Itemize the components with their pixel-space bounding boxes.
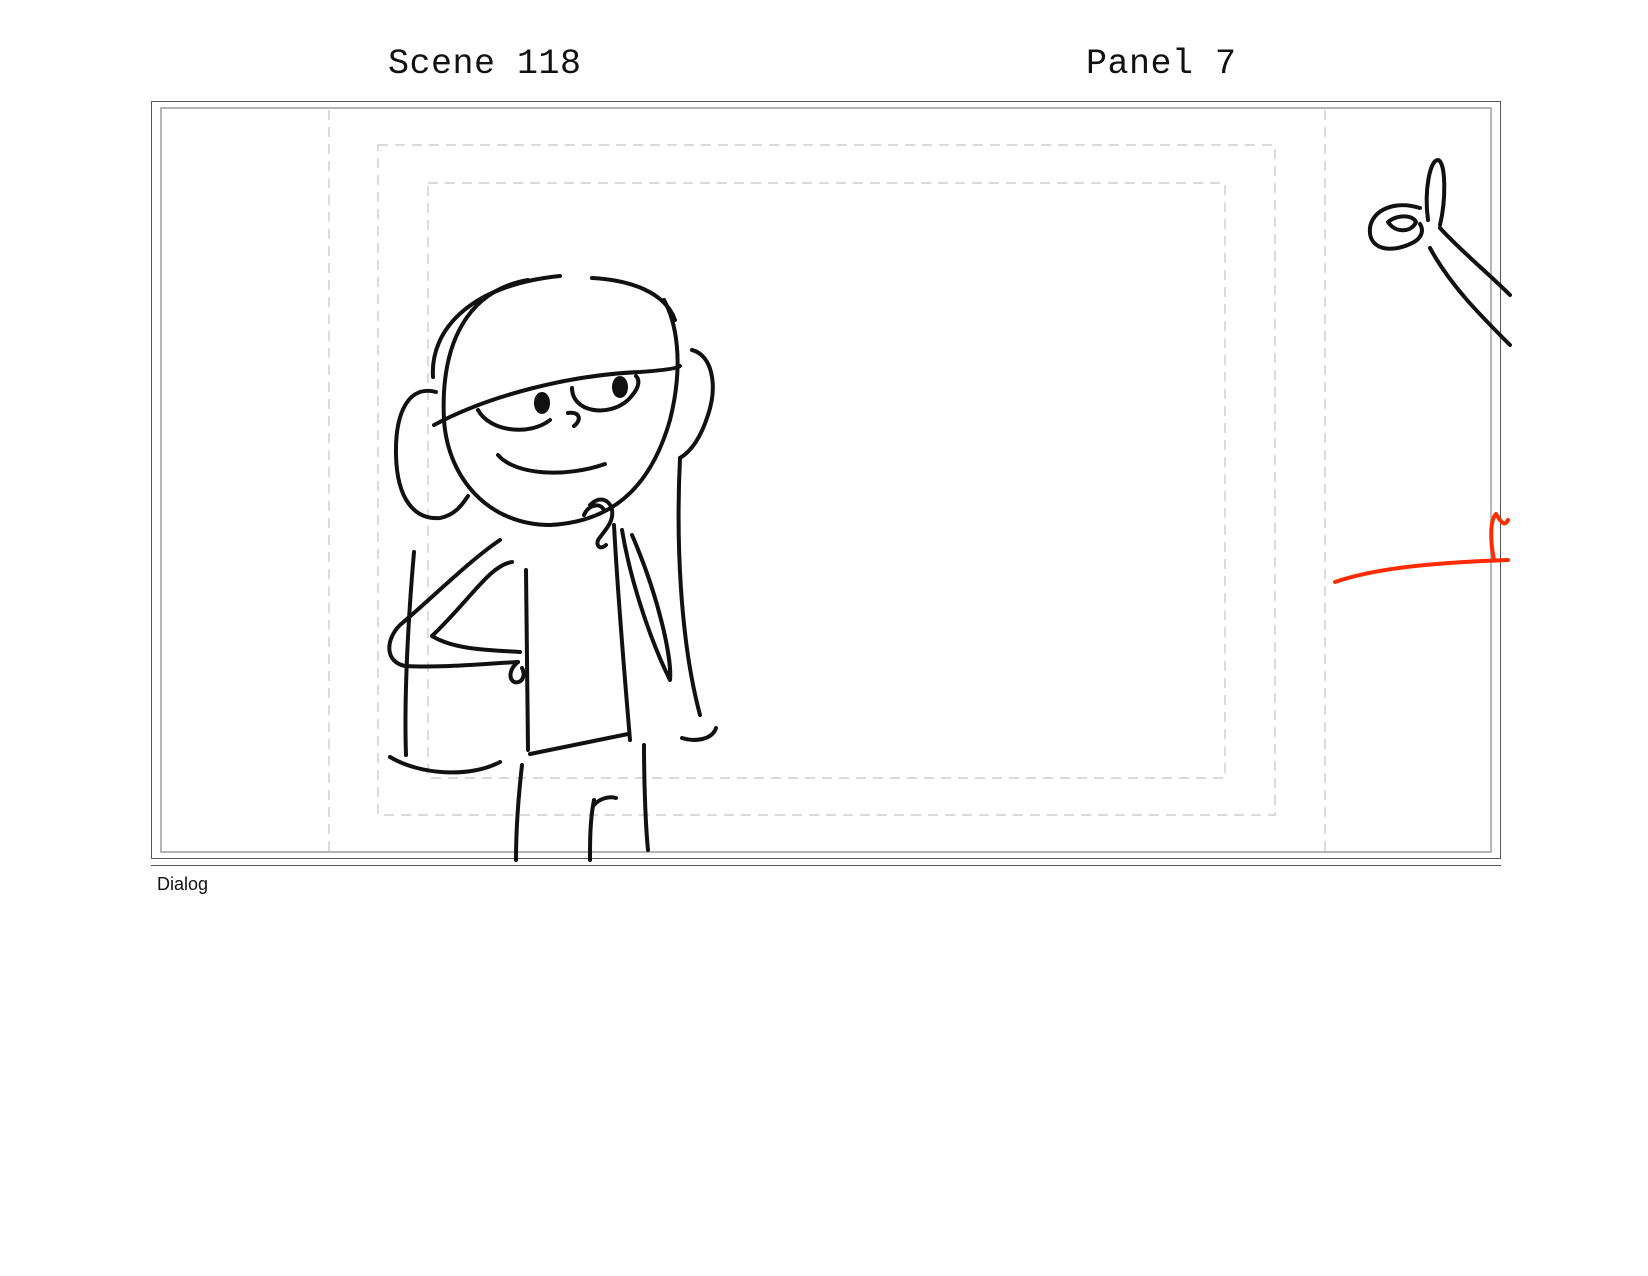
safe-area-guides — [328, 110, 1326, 851]
left-hair-bun — [393, 388, 470, 521]
forearm-lower — [1428, 246, 1512, 347]
hair-tip — [680, 726, 718, 742]
red-hook — [1489, 512, 1510, 562]
backpack-bottom — [388, 755, 502, 775]
right-long-hair — [676, 456, 702, 717]
bangs-line — [432, 364, 682, 427]
dress-fold — [642, 743, 650, 852]
curled-finger-inner — [1386, 214, 1418, 233]
pointing-hand-sketch — [1367, 158, 1512, 347]
nose — [566, 410, 581, 428]
right-hair-bun — [678, 348, 715, 460]
right-eye — [570, 374, 641, 413]
action-safe-guide — [377, 144, 1276, 816]
index-finger — [1424, 158, 1447, 227]
head-outline — [441, 278, 680, 527]
dialog-separator — [151, 865, 1501, 866]
forearm-upper — [1438, 226, 1512, 297]
red-horizon-line — [1333, 558, 1510, 584]
right-pupil — [612, 376, 628, 398]
storyboard-panel-drawing — [328, 110, 1512, 862]
left-hand — [508, 660, 526, 685]
left-pupil — [534, 392, 550, 414]
backpack-left — [403, 550, 416, 757]
right-leg-knee — [592, 795, 618, 807]
left-arm-inner — [430, 560, 522, 654]
red-sketch-stroke — [1333, 512, 1510, 584]
smile — [496, 453, 607, 475]
title-safe-guide — [427, 182, 1226, 779]
right-leg — [588, 798, 596, 862]
torso-left — [524, 568, 530, 752]
girl-character-sketch — [387, 274, 718, 862]
raised-arm-outer — [620, 528, 673, 682]
torso-bottom — [528, 732, 630, 756]
dialog-label: Dialog — [157, 874, 209, 894]
left-leg — [514, 763, 524, 862]
